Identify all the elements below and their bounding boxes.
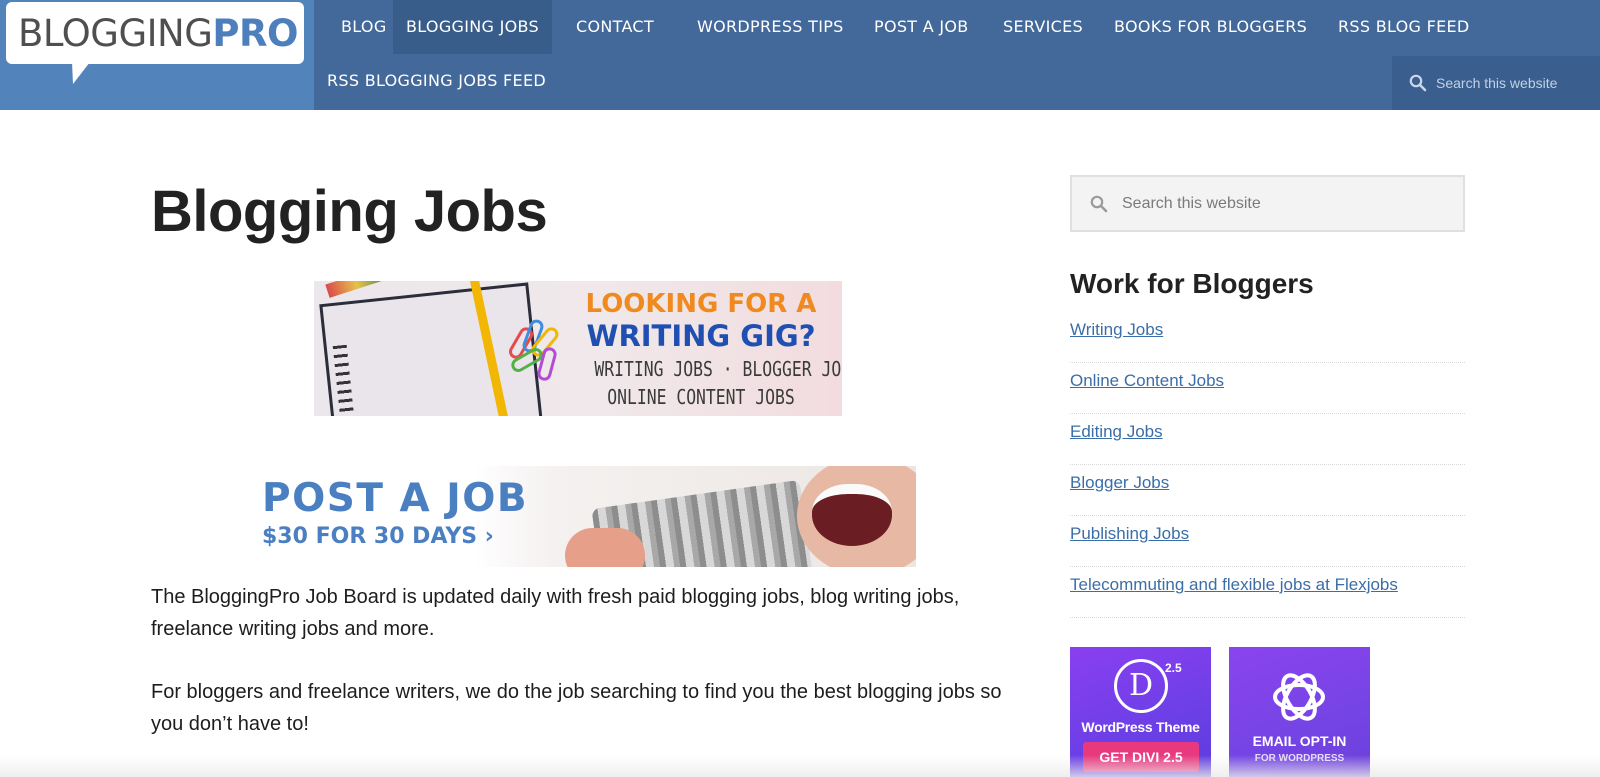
link-flexjobs[interactable]: Telecommuting and flexible jobs at Flexj… <box>1070 575 1398 594</box>
link-writing-jobs[interactable]: Writing Jobs <box>1070 320 1163 339</box>
nav-item-blogging-jobs[interactable]: BLOGGING JOBS <box>393 0 552 54</box>
divi-ad-button: GET DIVI 2.5 <box>1083 742 1199 772</box>
link-publishing-jobs[interactable]: Publishing Jobs <box>1070 524 1189 543</box>
nav-item-blog[interactable]: BLOG <box>327 0 401 54</box>
bloom-logo-icon <box>1269 667 1329 727</box>
nav-item-wordpress-tips[interactable]: WORDPRESS TIPS <box>683 0 858 54</box>
divi-ad[interactable]: D 2.5 WordPress Theme GET DIVI 2.5 <box>1070 647 1211 777</box>
divi-ad-text: WordPress Theme <box>1081 719 1200 735</box>
site-header: BLOGGINGPRO BLOG BLOGGING JOBS CONTACT W… <box>0 0 1600 110</box>
email-optin-ad[interactable]: EMAIL OPT-IN FOR WORDPRESS <box>1229 647 1370 777</box>
list-item: Publishing Jobs <box>1070 516 1465 567</box>
divi-logo-icon: D <box>1114 659 1168 713</box>
email-ad-line2: FOR WORDPRESS <box>1254 753 1345 764</box>
banner-subline1: WRITING JOBS · BLOGGER JOBS <box>594 357 842 381</box>
list-item: Editing Jobs <box>1070 414 1465 465</box>
link-editing-jobs[interactable]: Editing Jobs <box>1070 422 1163 441</box>
post-job-heading: POST A JOB <box>262 476 529 521</box>
site-logo[interactable]: BLOGGINGPRO <box>6 2 304 64</box>
intro-paragraph: The BloggingPro Job Board is updated dai… <box>151 586 960 640</box>
post-a-job-banner[interactable]: POST A JOB $30 FOR 30 DAYS › <box>257 466 916 567</box>
header-search-input[interactable] <box>1436 72 1591 94</box>
email-ad-line1: EMAIL OPT-IN <box>1252 733 1347 749</box>
banner-heading-line2: WRITING GIG? <box>586 319 816 353</box>
list-item: Telecommuting and flexible jobs at Flexj… <box>1070 567 1465 618</box>
sidebar-search-input[interactable] <box>1122 193 1442 215</box>
logo-part-blogging: BLOGGING <box>18 12 213 55</box>
search-icon <box>1090 195 1108 218</box>
logo-text: BLOGGINGPRO <box>18 12 298 56</box>
list-item: Writing Jobs <box>1070 312 1465 363</box>
header-search <box>1392 56 1600 110</box>
link-online-content-jobs[interactable]: Online Content Jobs <box>1070 371 1224 390</box>
writing-gig-banner[interactable]: LOOKING FOR A WRITING GIG? WRITING JOBS … <box>314 281 842 416</box>
divi-version: 2.5 <box>1165 661 1182 675</box>
work-for-bloggers-list: Writing Jobs Online Content Jobs Editing… <box>1070 312 1465 618</box>
mouth-illustration <box>812 484 892 546</box>
nav-item-books-for-bloggers[interactable]: BOOKS FOR BLOGGERS <box>1100 0 1321 54</box>
hand-illustration <box>565 528 645 567</box>
list-item: Blogger Jobs <box>1070 465 1465 516</box>
main-nav: BLOG BLOGGING JOBS CONTACT WORDPRESS TIP… <box>314 0 1600 110</box>
search-icon <box>1409 74 1427 97</box>
post-job-price: $30 FOR 30 DAYS › <box>262 524 494 549</box>
page-title: Blogging Jobs <box>151 179 548 244</box>
sidebar-search <box>1070 175 1465 232</box>
nav-item-contact[interactable]: CONTACT <box>562 0 668 54</box>
banner-heading-line1: LOOKING FOR A <box>585 289 817 319</box>
banner-subline2: ONLINE CONTENT JOBS <box>607 385 795 409</box>
list-item: Online Content Jobs <box>1070 363 1465 414</box>
widget-title: Work for Bloggers <box>1070 268 1314 299</box>
description-paragraph: For bloggers and freelance writers, we d… <box>151 681 1002 735</box>
logo-part-pro: PRO <box>212 12 298 55</box>
nav-item-rss-blog-feed[interactable]: RSS BLOG FEED <box>1324 0 1484 54</box>
link-blogger-jobs[interactable]: Blogger Jobs <box>1070 473 1169 492</box>
nav-item-services[interactable]: SERVICES <box>989 0 1097 54</box>
nav-item-post-a-job[interactable]: POST A JOB <box>860 0 983 54</box>
nav-item-rss-blogging-jobs-feed[interactable]: RSS BLOGGING JOBS FEED <box>314 54 559 108</box>
